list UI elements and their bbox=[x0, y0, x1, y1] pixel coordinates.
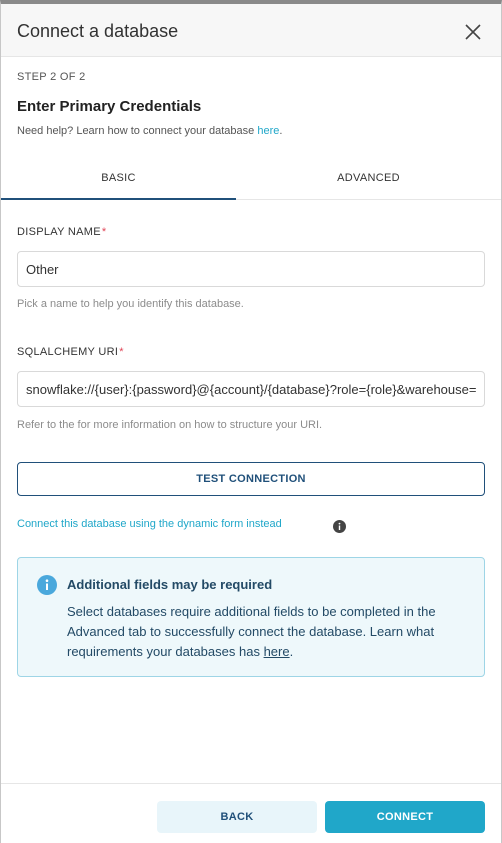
display-name-hint: Pick a name to help you identify this da… bbox=[17, 298, 244, 310]
display-name-label: DISPLAY NAME* bbox=[17, 226, 106, 238]
back-button[interactable]: BACK bbox=[157, 801, 317, 833]
connect-button[interactable]: CONNECT bbox=[325, 801, 485, 833]
sqlalchemy-uri-label-text: SQLALCHEMY URI bbox=[17, 346, 119, 358]
sqlalchemy-uri-label: SQLALCHEMY URI* bbox=[17, 346, 124, 358]
tab-basic[interactable]: BASIC bbox=[1, 159, 236, 200]
required-mark: * bbox=[101, 226, 107, 238]
modal-header: Connect a database bbox=[1, 4, 501, 57]
info-icon bbox=[37, 575, 57, 595]
sqlalchemy-uri-input[interactable] bbox=[17, 371, 485, 407]
close-icon[interactable] bbox=[463, 22, 483, 42]
help-prefix: Need help? Learn how to connect your dat… bbox=[17, 125, 258, 137]
modal-title: Connect a database bbox=[17, 21, 179, 41]
connect-database-modal: Connect a database STEP 2 OF 2 Enter Pri… bbox=[0, 0, 502, 843]
help-suffix: . bbox=[279, 125, 283, 137]
info-alert: Additional fields may be required Select… bbox=[17, 557, 485, 677]
step-indicator: STEP 2 OF 2 bbox=[17, 71, 86, 83]
alert-link[interactable]: here bbox=[264, 644, 290, 659]
help-text: Need help? Learn how to connect your dat… bbox=[17, 125, 282, 137]
modal-footer: BACK CONNECT bbox=[1, 783, 501, 843]
tab-advanced[interactable]: ADVANCED bbox=[251, 159, 486, 200]
dynamic-form-link[interactable]: Connect this database using the dynamic … bbox=[17, 518, 282, 530]
alert-title: Additional fields may be required bbox=[67, 577, 273, 592]
section-title: Enter Primary Credentials bbox=[17, 98, 202, 115]
info-icon[interactable] bbox=[333, 520, 346, 533]
test-connection-button[interactable]: TEST CONNECTION bbox=[17, 462, 485, 496]
required-mark: * bbox=[119, 346, 124, 358]
display-name-input[interactable] bbox=[17, 251, 485, 287]
alert-body-text: Select databases require additional fiel… bbox=[67, 604, 436, 659]
alert-suffix: . bbox=[289, 644, 294, 659]
alert-body: Select databases require additional fiel… bbox=[67, 602, 472, 662]
sqlalchemy-uri-hint: Refer to the for more information on how… bbox=[17, 419, 323, 431]
help-link[interactable]: here bbox=[257, 125, 279, 137]
display-name-label-text: DISPLAY NAME bbox=[17, 226, 101, 238]
tab-bar: BASIC ADVANCED bbox=[1, 159, 501, 200]
